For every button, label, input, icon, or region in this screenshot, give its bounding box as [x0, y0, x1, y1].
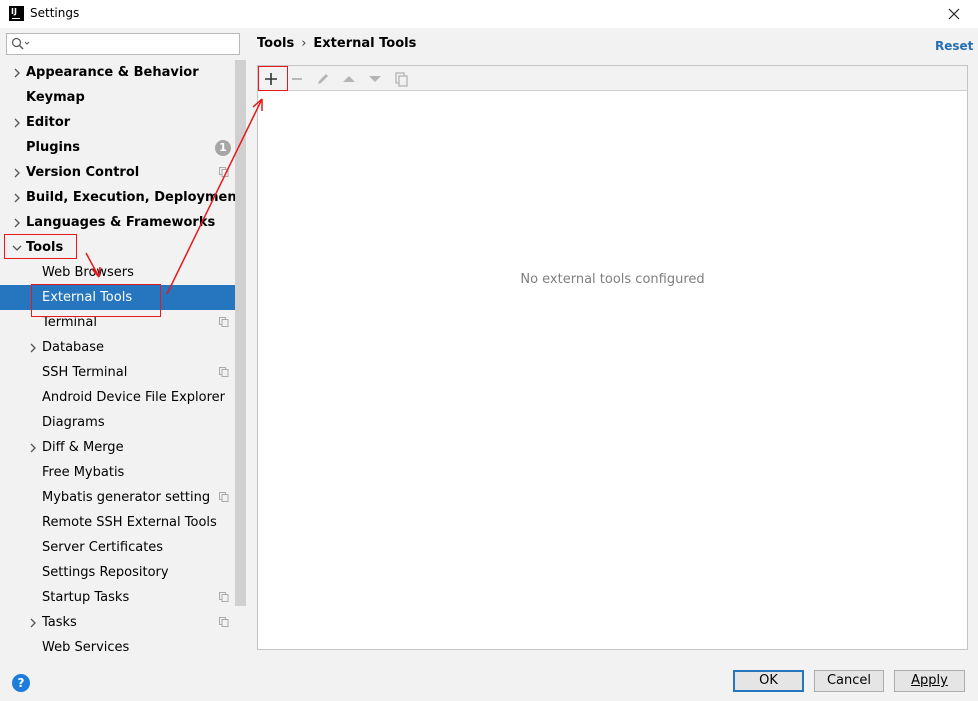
chevron-right-icon[interactable]: [12, 193, 22, 203]
project-level-icon: [219, 592, 229, 602]
tree-item-label: Server Certificates: [42, 540, 164, 555]
tree-item-tasks[interactable]: Tasks: [0, 610, 235, 635]
tree-item-label: Build, Execution, Deployment: [26, 190, 243, 205]
tree-item-settings-repository[interactable]: Settings Repository: [0, 560, 235, 585]
annotation-box-external-tools: [31, 284, 161, 317]
ok-button[interactable]: OK: [733, 670, 804, 692]
empty-state-text: No external tools configured: [520, 272, 705, 287]
chevron-right-icon[interactable]: [12, 118, 22, 128]
search-icon: [11, 37, 30, 50]
project-level-icon: [219, 367, 229, 377]
tree-item-ssh-terminal[interactable]: SSH Terminal: [0, 360, 235, 385]
breadcrumb: Tools › External Tools: [257, 36, 416, 51]
tree-item-label: SSH Terminal: [42, 365, 128, 380]
project-level-icon: [219, 317, 229, 327]
tree-item-label: Keymap: [26, 90, 85, 105]
tree-item-database[interactable]: Database: [0, 335, 235, 360]
annotation-box-tools: [4, 234, 77, 259]
remove-button[interactable]: [287, 69, 307, 89]
project-level-icon: [219, 167, 229, 177]
breadcrumb-current: External Tools: [313, 36, 417, 51]
tree-item-label: Mybatis generator setting: [42, 490, 211, 505]
tree-item-languages-frameworks[interactable]: Languages & Frameworks: [0, 210, 235, 235]
window-title: Settings: [30, 6, 80, 20]
copy-button[interactable]: [391, 69, 411, 89]
tree-item-diagrams[interactable]: Diagrams: [0, 410, 235, 435]
reset-link[interactable]: Reset: [935, 39, 973, 53]
cancel-button[interactable]: Cancel: [814, 670, 884, 692]
chevron-right-icon[interactable]: [12, 68, 22, 78]
intellij-logo-icon: IJ: [9, 6, 24, 21]
tree-item-label: Plugins: [26, 140, 80, 155]
tree-item-server-certificates[interactable]: Server Certificates: [0, 535, 235, 560]
external-tools-list[interactable]: No external tools configured: [257, 91, 968, 650]
tree-item-appearance-behavior[interactable]: Appearance & Behavior: [0, 60, 235, 85]
tree-item-label: Web Browsers: [42, 265, 134, 280]
remove-icon: [292, 78, 302, 80]
tree-item-label: Editor: [26, 115, 71, 130]
move-down-icon: [369, 76, 381, 82]
sidebar-scrollbar[interactable]: [235, 60, 246, 606]
breadcrumb-separator: ›: [301, 36, 307, 51]
tree-item-diff-merge[interactable]: Diff & Merge: [0, 435, 235, 460]
chevron-right-icon[interactable]: [12, 218, 22, 228]
help-button[interactable]: ?: [12, 674, 30, 692]
tree-item-build-execution-deployment[interactable]: Build, Execution, Deployment: [0, 185, 243, 210]
tree-item-remote-ssh-external-tools[interactable]: Remote SSH External Tools: [0, 510, 235, 535]
settings-sidebar: Appearance & Behavior Keymap Editor Plugins…: [0, 28, 246, 660]
tree-item-label: Diff & Merge: [42, 440, 124, 455]
move-down-button[interactable]: [365, 69, 385, 89]
tree-item-free-mybatis[interactable]: Free Mybatis: [0, 460, 235, 485]
tree-item-version-control[interactable]: Version Control: [0, 160, 235, 185]
tree-item-label: Startup Tasks: [42, 590, 130, 605]
project-level-icon: [219, 492, 229, 502]
tree-item-web-browsers[interactable]: Web Browsers: [0, 260, 235, 285]
tree-item-label: Appearance & Behavior: [26, 65, 199, 80]
chevron-right-icon[interactable]: [12, 168, 22, 178]
tree-item-startup-tasks[interactable]: Startup Tasks: [0, 585, 235, 610]
tree-item-label: Android Device File Explorer: [42, 390, 225, 405]
updates-count-badge: 1: [215, 140, 231, 156]
apply-button-label: Apply: [911, 673, 948, 688]
tree-item-web-services[interactable]: Web Services: [0, 635, 235, 660]
title-bar: IJ Settings: [0, 0, 978, 28]
settings-search-input[interactable]: [6, 33, 240, 55]
edit-button[interactable]: [313, 69, 333, 89]
move-up-button[interactable]: [339, 69, 359, 89]
tree-item-label: Web Services: [42, 640, 130, 655]
copy-icon: [395, 72, 408, 87]
tree-item-label: Diagrams: [42, 415, 105, 430]
chevron-right-icon[interactable]: [28, 443, 38, 453]
close-window-button[interactable]: [944, 4, 964, 24]
close-icon: [948, 8, 960, 20]
annotation-box-add-button: [258, 66, 288, 91]
tree-item-label: Tasks: [42, 615, 77, 630]
tree-item-editor[interactable]: Editor: [0, 110, 235, 135]
apply-button[interactable]: Apply: [894, 670, 965, 692]
tree-item-label: Remote SSH External Tools: [42, 515, 217, 530]
chevron-right-icon[interactable]: [28, 343, 38, 353]
tree-item-label: Languages & Frameworks: [26, 215, 216, 230]
tree-item-label: Free Mybatis: [42, 465, 125, 480]
external-tools-toolbar: [257, 65, 968, 91]
tree-item-label: Database: [42, 340, 105, 355]
edit-icon: [318, 74, 328, 84]
tree-item-android-device-file-explorer[interactable]: Android Device File Explorer: [0, 385, 235, 410]
tree-item-plugins[interactable]: Plugins 1: [0, 135, 235, 160]
move-up-icon: [343, 76, 355, 82]
chevron-right-icon[interactable]: [28, 618, 38, 628]
breadcrumb-parent[interactable]: Tools: [257, 36, 294, 51]
tree-item-keymap[interactable]: Keymap: [0, 85, 235, 110]
tree-item-mybatis-generator-setting[interactable]: Mybatis generator setting: [0, 485, 235, 510]
project-level-icon: [219, 617, 229, 627]
tree-item-label: Settings Repository: [42, 565, 169, 580]
tree-item-label: Version Control: [26, 165, 140, 180]
